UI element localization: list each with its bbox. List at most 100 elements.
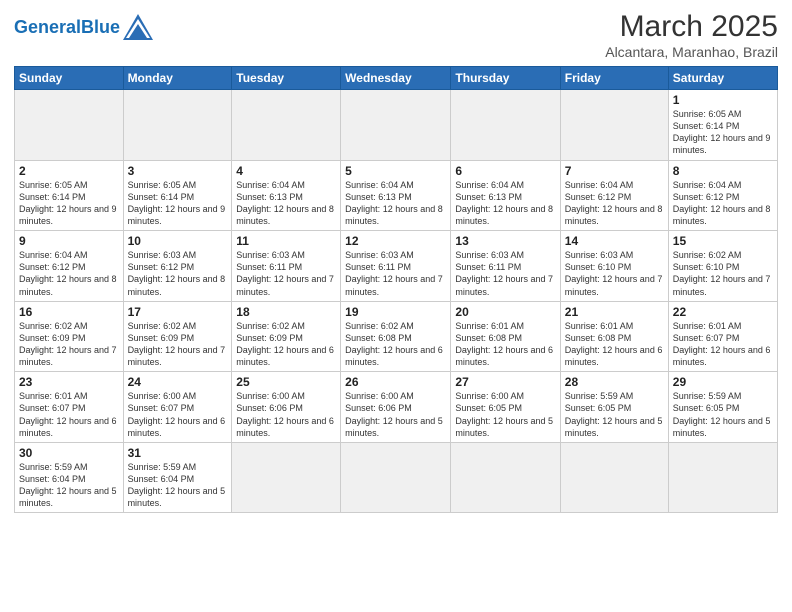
table-row: 14Sunrise: 6:03 AM Sunset: 6:10 PM Dayli… [560, 231, 668, 302]
table-row: 26Sunrise: 6:00 AM Sunset: 6:06 PM Dayli… [341, 372, 451, 443]
day-number: 18 [236, 305, 336, 319]
col-thursday: Thursday [451, 67, 560, 90]
table-row: 12Sunrise: 6:03 AM Sunset: 6:11 PM Dayli… [341, 231, 451, 302]
calendar-week-row: 30Sunrise: 5:59 AM Sunset: 6:04 PM Dayli… [15, 442, 778, 513]
title-block: March 2025 Alcantara, Maranhao, Brazil [605, 10, 778, 60]
day-info: Sunrise: 5:59 AM Sunset: 6:05 PM Dayligh… [565, 390, 664, 439]
day-number: 28 [565, 375, 664, 389]
calendar: Sunday Monday Tuesday Wednesday Thursday… [14, 66, 778, 513]
day-info: Sunrise: 5:59 AM Sunset: 6:04 PM Dayligh… [128, 461, 228, 510]
table-row: 8Sunrise: 6:04 AM Sunset: 6:12 PM Daylig… [668, 160, 777, 231]
table-row: 29Sunrise: 5:59 AM Sunset: 6:05 PM Dayli… [668, 372, 777, 443]
day-number: 9 [19, 234, 119, 248]
day-number: 8 [673, 164, 773, 178]
day-number: 20 [455, 305, 555, 319]
table-row: 30Sunrise: 5:59 AM Sunset: 6:04 PM Dayli… [15, 442, 124, 513]
day-info: Sunrise: 6:04 AM Sunset: 6:12 PM Dayligh… [19, 249, 119, 298]
calendar-week-row: 1Sunrise: 6:05 AM Sunset: 6:14 PM Daylig… [15, 90, 778, 161]
table-row [341, 442, 451, 513]
table-row: 9Sunrise: 6:04 AM Sunset: 6:12 PM Daylig… [15, 231, 124, 302]
day-info: Sunrise: 6:02 AM Sunset: 6:09 PM Dayligh… [19, 320, 119, 369]
day-number: 31 [128, 446, 228, 460]
day-number: 15 [673, 234, 773, 248]
logo-text: GeneralBlue [14, 18, 120, 36]
day-info: Sunrise: 6:02 AM Sunset: 6:09 PM Dayligh… [236, 320, 336, 369]
day-number: 7 [565, 164, 664, 178]
table-row: 17Sunrise: 6:02 AM Sunset: 6:09 PM Dayli… [123, 301, 232, 372]
day-info: Sunrise: 6:00 AM Sunset: 6:06 PM Dayligh… [345, 390, 446, 439]
table-row: 7Sunrise: 6:04 AM Sunset: 6:12 PM Daylig… [560, 160, 668, 231]
table-row [560, 90, 668, 161]
table-row: 25Sunrise: 6:00 AM Sunset: 6:06 PM Dayli… [232, 372, 341, 443]
day-number: 6 [455, 164, 555, 178]
table-row: 18Sunrise: 6:02 AM Sunset: 6:09 PM Dayli… [232, 301, 341, 372]
col-monday: Monday [123, 67, 232, 90]
day-number: 17 [128, 305, 228, 319]
day-number: 4 [236, 164, 336, 178]
col-sunday: Sunday [15, 67, 124, 90]
day-info: Sunrise: 6:00 AM Sunset: 6:06 PM Dayligh… [236, 390, 336, 439]
day-info: Sunrise: 6:04 AM Sunset: 6:13 PM Dayligh… [345, 179, 446, 228]
day-info: Sunrise: 6:03 AM Sunset: 6:11 PM Dayligh… [345, 249, 446, 298]
day-info: Sunrise: 6:03 AM Sunset: 6:10 PM Dayligh… [565, 249, 664, 298]
day-number: 21 [565, 305, 664, 319]
table-row: 11Sunrise: 6:03 AM Sunset: 6:11 PM Dayli… [232, 231, 341, 302]
day-info: Sunrise: 5:59 AM Sunset: 6:04 PM Dayligh… [19, 461, 119, 510]
calendar-week-row: 16Sunrise: 6:02 AM Sunset: 6:09 PM Dayli… [15, 301, 778, 372]
page: GeneralBlue March 2025 Alcantara, Maranh… [0, 0, 792, 612]
table-row: 10Sunrise: 6:03 AM Sunset: 6:12 PM Dayli… [123, 231, 232, 302]
table-row: 13Sunrise: 6:03 AM Sunset: 6:11 PM Dayli… [451, 231, 560, 302]
calendar-header-row: Sunday Monday Tuesday Wednesday Thursday… [15, 67, 778, 90]
month-year: March 2025 [605, 10, 778, 44]
col-saturday: Saturday [668, 67, 777, 90]
day-info: Sunrise: 6:05 AM Sunset: 6:14 PM Dayligh… [19, 179, 119, 228]
day-info: Sunrise: 6:04 AM Sunset: 6:13 PM Dayligh… [236, 179, 336, 228]
day-info: Sunrise: 6:05 AM Sunset: 6:14 PM Dayligh… [128, 179, 228, 228]
table-row: 2Sunrise: 6:05 AM Sunset: 6:14 PM Daylig… [15, 160, 124, 231]
day-number: 12 [345, 234, 446, 248]
day-number: 3 [128, 164, 228, 178]
table-row: 24Sunrise: 6:00 AM Sunset: 6:07 PM Dayli… [123, 372, 232, 443]
table-row: 19Sunrise: 6:02 AM Sunset: 6:08 PM Dayli… [341, 301, 451, 372]
table-row: 15Sunrise: 6:02 AM Sunset: 6:10 PM Dayli… [668, 231, 777, 302]
table-row: 20Sunrise: 6:01 AM Sunset: 6:08 PM Dayli… [451, 301, 560, 372]
table-row: 27Sunrise: 6:00 AM Sunset: 6:05 PM Dayli… [451, 372, 560, 443]
day-number: 24 [128, 375, 228, 389]
table-row: 6Sunrise: 6:04 AM Sunset: 6:13 PM Daylig… [451, 160, 560, 231]
day-info: Sunrise: 6:01 AM Sunset: 6:07 PM Dayligh… [19, 390, 119, 439]
day-number: 2 [19, 164, 119, 178]
table-row [451, 442, 560, 513]
day-info: Sunrise: 6:03 AM Sunset: 6:11 PM Dayligh… [455, 249, 555, 298]
day-info: Sunrise: 5:59 AM Sunset: 6:05 PM Dayligh… [673, 390, 773, 439]
day-info: Sunrise: 6:02 AM Sunset: 6:09 PM Dayligh… [128, 320, 228, 369]
table-row [232, 442, 341, 513]
table-row [123, 90, 232, 161]
table-row: 28Sunrise: 5:59 AM Sunset: 6:05 PM Dayli… [560, 372, 668, 443]
day-info: Sunrise: 6:05 AM Sunset: 6:14 PM Dayligh… [673, 108, 773, 157]
day-number: 10 [128, 234, 228, 248]
day-info: Sunrise: 6:01 AM Sunset: 6:08 PM Dayligh… [565, 320, 664, 369]
table-row: 21Sunrise: 6:01 AM Sunset: 6:08 PM Dayli… [560, 301, 668, 372]
table-row [560, 442, 668, 513]
day-info: Sunrise: 6:03 AM Sunset: 6:12 PM Dayligh… [128, 249, 228, 298]
table-row: 22Sunrise: 6:01 AM Sunset: 6:07 PM Dayli… [668, 301, 777, 372]
col-tuesday: Tuesday [232, 67, 341, 90]
calendar-week-row: 2Sunrise: 6:05 AM Sunset: 6:14 PM Daylig… [15, 160, 778, 231]
day-number: 11 [236, 234, 336, 248]
day-number: 29 [673, 375, 773, 389]
day-number: 30 [19, 446, 119, 460]
table-row: 31Sunrise: 5:59 AM Sunset: 6:04 PM Dayli… [123, 442, 232, 513]
calendar-week-row: 23Sunrise: 6:01 AM Sunset: 6:07 PM Dayli… [15, 372, 778, 443]
logo-blue: Blue [81, 17, 120, 37]
logo-general: General [14, 17, 81, 37]
table-row: 3Sunrise: 6:05 AM Sunset: 6:14 PM Daylig… [123, 160, 232, 231]
day-number: 16 [19, 305, 119, 319]
col-friday: Friday [560, 67, 668, 90]
day-info: Sunrise: 6:02 AM Sunset: 6:10 PM Dayligh… [673, 249, 773, 298]
day-info: Sunrise: 6:02 AM Sunset: 6:08 PM Dayligh… [345, 320, 446, 369]
day-number: 13 [455, 234, 555, 248]
day-number: 27 [455, 375, 555, 389]
calendar-week-row: 9Sunrise: 6:04 AM Sunset: 6:12 PM Daylig… [15, 231, 778, 302]
day-number: 1 [673, 93, 773, 107]
day-info: Sunrise: 6:03 AM Sunset: 6:11 PM Dayligh… [236, 249, 336, 298]
